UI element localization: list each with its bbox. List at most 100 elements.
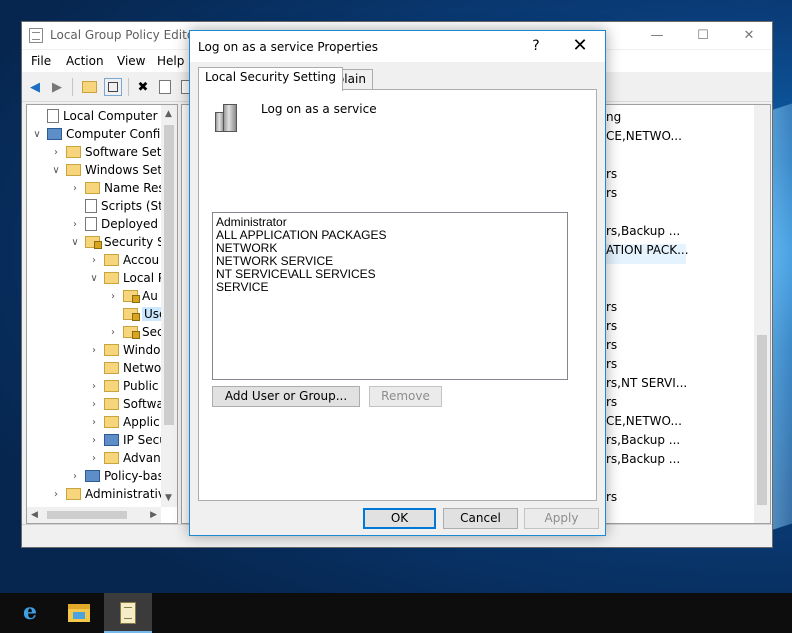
tree-vertical-scrollbar[interactable]: ▲ ▼: [161, 105, 177, 507]
tree-item[interactable]: › Windo: [88, 341, 161, 359]
menu-file[interactable]: File: [31, 54, 51, 68]
file-explorer-icon[interactable]: [55, 593, 103, 633]
close-icon[interactable]: ✕: [561, 34, 599, 58]
document-icon: [85, 199, 97, 213]
chevron-down-icon[interactable]: ∨: [69, 237, 81, 248]
tree-item[interactable]: ∨ Windows Sett: [50, 161, 166, 179]
console-tree[interactable]: Local Computer Polic ∨ Computer Config › Sof…: [26, 104, 178, 524]
scroll-up-icon[interactable]: ▲: [165, 109, 172, 119]
help-icon[interactable]: ?: [521, 35, 551, 57]
cancel-button[interactable]: Cancel: [443, 508, 518, 529]
tree-item[interactable]: › Applic: [88, 413, 160, 431]
principals-listbox[interactable]: Administrator ALL APPLICATION PACKAGES N…: [212, 212, 568, 380]
policy-name: Log on as a service: [261, 102, 377, 116]
show-hide-tree-icon[interactable]: [104, 78, 122, 96]
chevron-right-icon[interactable]: ›: [88, 255, 100, 266]
remove-button[interactable]: Remove: [369, 386, 442, 407]
tree-item[interactable]: Scripts (Sta: [69, 197, 170, 215]
chevron-right-icon[interactable]: ›: [88, 399, 100, 410]
tree-item-label: Softwa: [123, 397, 164, 411]
chevron-down-icon[interactable]: ∨: [88, 273, 100, 284]
tree-item[interactable]: › Public: [88, 377, 159, 395]
list-item[interactable]: SERVICE: [216, 281, 564, 294]
computer-icon: [104, 434, 119, 446]
chevron-right-icon[interactable]: ›: [88, 453, 100, 464]
details-row-text: rs,Backup ...: [606, 224, 681, 238]
tree-item[interactable]: ∨ Security Se: [69, 233, 172, 251]
forward-arrow-icon[interactable]: ▶: [48, 78, 66, 96]
apply-button[interactable]: Apply: [524, 508, 599, 529]
tree-item-label: Policy-bas: [104, 469, 164, 483]
security-folder-icon: [123, 290, 140, 303]
tree-item-label: Scripts (Sta: [101, 199, 171, 213]
up-folder-icon[interactable]: [80, 78, 98, 96]
tree-item[interactable]: › Au: [107, 287, 158, 305]
scroll-left-icon[interactable]: ◀: [31, 510, 38, 520]
folder-icon: [66, 146, 81, 158]
chevron-right-icon[interactable]: ›: [107, 327, 119, 338]
tree-item[interactable]: ∨ Computer Config: [31, 125, 168, 143]
ok-button[interactable]: OK: [363, 508, 436, 529]
close-window-icon[interactable]: ✕: [726, 22, 772, 49]
menu-action[interactable]: Action: [66, 54, 104, 68]
chevron-right-icon[interactable]: ›: [69, 219, 81, 230]
details-row-text: rs: [606, 300, 618, 314]
folder-icon: [66, 164, 81, 176]
chevron-right-icon[interactable]: ›: [88, 435, 100, 446]
tree-item[interactable]: › Software Setti: [50, 143, 169, 161]
list-item[interactable]: NT SERVICE\ALL SERVICES: [216, 268, 564, 281]
scroll-down-icon[interactable]: ▼: [165, 493, 172, 503]
chevron-right-icon[interactable]: ›: [50, 489, 62, 500]
add-user-or-group-button[interactable]: Add User or Group...: [212, 386, 360, 407]
menu-view[interactable]: View: [117, 54, 145, 68]
dialog-titlebar[interactable]: Log on as a service Properties ? ✕: [190, 31, 605, 62]
tree-item[interactable]: › Policy-bas: [69, 467, 164, 485]
chevron-right-icon[interactable]: ›: [88, 417, 100, 428]
local-security-setting-panel: Log on as a service Administrator ALL AP…: [198, 89, 597, 501]
tree-item[interactable]: › Accou: [88, 251, 159, 269]
chevron-right-icon[interactable]: ›: [69, 183, 81, 194]
details-vertical-scrollbar[interactable]: [754, 105, 770, 523]
delete-icon[interactable]: ✖: [134, 78, 152, 96]
document-icon: [85, 217, 97, 231]
computer-icon: [47, 128, 62, 140]
details-row-text: rs,NT SERVI...: [606, 376, 688, 390]
tree-scroll-thumb[interactable]: [164, 125, 174, 425]
tree-item[interactable]: › Deployed: [69, 215, 158, 233]
details-row-text: CE,NETWO...: [606, 129, 682, 143]
tree-item[interactable]: › Administrativ: [50, 485, 165, 503]
tree-item[interactable]: › Name Res: [69, 179, 165, 197]
tree-item[interactable]: Local Computer Polic: [31, 107, 177, 125]
tree-item[interactable]: Netwo: [88, 359, 161, 377]
tab-local-security-setting[interactable]: Local Security Setting: [198, 67, 343, 91]
tree-item-label: Computer Config: [66, 127, 168, 141]
mmc-window-title: Local Group Policy Editor: [50, 28, 200, 42]
tree-item[interactable]: Use: [107, 305, 169, 323]
internet-explorer-icon[interactable]: e: [6, 593, 54, 633]
scroll-right-icon[interactable]: ▶: [150, 510, 157, 520]
tree-horizontal-scrollbar[interactable]: ◀ ▶: [27, 507, 161, 523]
chevron-right-icon[interactable]: ›: [69, 471, 81, 482]
chevron-down-icon[interactable]: ∨: [50, 165, 62, 176]
back-arrow-icon[interactable]: ◀: [26, 78, 44, 96]
group-policy-editor-icon[interactable]: [104, 593, 152, 633]
chevron-right-icon[interactable]: ›: [88, 381, 100, 392]
tree-item[interactable]: › Advan: [88, 449, 161, 467]
tree-item[interactable]: › Softwa: [88, 395, 164, 413]
minimize-icon[interactable]: —: [634, 22, 680, 49]
chevron-right-icon[interactable]: ›: [107, 291, 119, 302]
folder-icon: [104, 380, 119, 392]
tree-hscroll-thumb[interactable]: [47, 511, 127, 519]
chevron-right-icon[interactable]: ›: [50, 147, 62, 158]
details-row-text: rs: [606, 186, 618, 200]
properties-icon[interactable]: [156, 78, 174, 96]
details-scroll-thumb[interactable]: [757, 335, 767, 505]
chevron-right-icon[interactable]: ›: [88, 345, 100, 356]
chevron-down-icon[interactable]: ∨: [31, 129, 43, 140]
tree-item[interactable]: › IP Secu: [88, 431, 167, 449]
maximize-icon[interactable]: ☐: [680, 22, 726, 49]
tree-item[interactable]: ∨ Local P: [88, 269, 165, 287]
folder-icon: [85, 182, 100, 194]
tree-item[interactable]: › Sec: [107, 323, 164, 341]
menu-help[interactable]: Help: [157, 54, 184, 68]
